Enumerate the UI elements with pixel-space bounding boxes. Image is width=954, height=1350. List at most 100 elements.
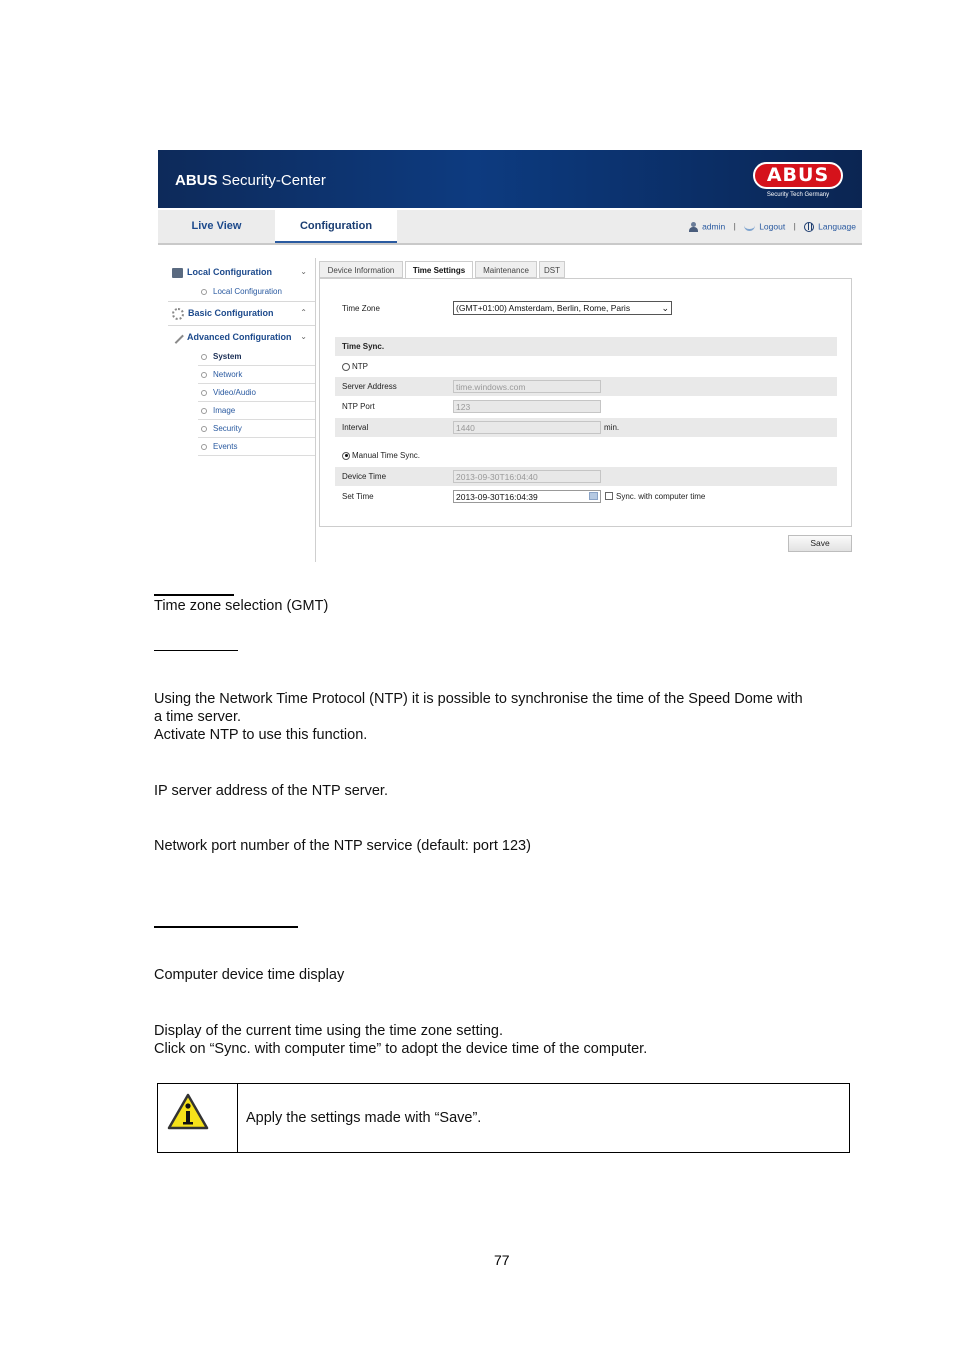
ntp-port-input[interactable]: 123 [453, 400, 601, 413]
device-time-display: 2013-09-30T16:04:40 [453, 470, 601, 483]
time-zone-select[interactable]: (GMT+01:00) Amsterdam, Berlin, Rome, Par… [453, 301, 672, 315]
item-label: Local Configuration [213, 287, 282, 296]
sidebar-group-basic[interactable]: Basic Configuration ⌃ [168, 302, 315, 324]
interval-row: Interval 1440 min. [335, 418, 837, 437]
user-bar: admin | Logout | Language [689, 210, 856, 243]
bullet-icon [201, 288, 207, 295]
app-title: ABUS Security-Center [175, 172, 326, 189]
manual-sync-radio[interactable] [342, 451, 350, 460]
note-icon-cell [158, 1084, 238, 1152]
tab-configuration[interactable]: Configuration [275, 210, 397, 243]
server-address-description: IP server address of the NTP server. [154, 783, 388, 799]
manual-sync-row: Manual Time Sync. [335, 446, 837, 465]
sidebar-item-system[interactable]: System [198, 348, 315, 366]
item-label: Video/Audio [213, 388, 256, 397]
ntp-port-description: Network port number of the NTP service (… [154, 838, 531, 854]
sidebar-item-image[interactable]: Image [198, 402, 315, 420]
sidebar-item-events[interactable]: Events [198, 438, 315, 456]
set-time-label: Set Time [342, 492, 374, 501]
ntp-description-1: Using the Network Time Protocol (NTP) it… [154, 691, 803, 707]
ntp-port-row: NTP Port 123 [335, 397, 837, 416]
header-banner: ABUS Security-Center ABUS Security Tech … [158, 150, 862, 208]
device-time-row: Device Time 2013-09-30T16:04:40 [335, 467, 837, 486]
tab-maintenance[interactable]: Maintenance [475, 261, 537, 278]
logout-link[interactable]: Logout [759, 221, 785, 231]
device-time-description: Computer device time display [154, 967, 345, 983]
logo-text: ABUS [753, 162, 843, 189]
time-zone-description: Time zone selection (GMT) [154, 598, 329, 614]
language-link[interactable]: Language [818, 221, 856, 231]
item-label: System [213, 352, 242, 361]
server-address-row: Server Address time.windows.com [335, 377, 837, 396]
device-time-label: Device Time [342, 472, 387, 481]
sidebar-group-local[interactable]: Local Configuration ⌄ [168, 261, 315, 283]
user-icon [689, 221, 699, 232]
monitor-icon [172, 267, 183, 278]
calendar-icon[interactable] [589, 492, 598, 500]
gear-icon [172, 307, 184, 320]
set-time-description-2: Click on “Sync. with computer time” to a… [154, 1041, 648, 1057]
sidebar-item-local-configuration[interactable]: Local Configuration [198, 283, 315, 300]
time-settings-panel: Time Zone (GMT+01:00) Amsterdam, Berlin,… [319, 278, 852, 527]
web-ui-screenshot: ABUS Security-Center ABUS Security Tech … [158, 150, 862, 562]
separator: | [793, 221, 796, 232]
chevron-down-icon[interactable]: ⌄ [300, 261, 307, 283]
item-label: Events [213, 442, 238, 451]
bullet-icon [201, 407, 207, 414]
group-label: Basic Configuration [188, 308, 274, 318]
heading-underline [154, 594, 234, 596]
logout-icon [744, 223, 756, 231]
time-sync-title: Time Sync. [342, 342, 385, 351]
logo-tagline: Security Tech Germany [766, 192, 830, 198]
abus-logo: ABUS Security Tech Germany [750, 162, 846, 200]
sidebar-group-advanced[interactable]: Advanced Configuration ⌄ [168, 326, 315, 348]
sidebar-item-network[interactable]: Network [198, 366, 315, 384]
ntp-radio[interactable] [342, 362, 350, 371]
time-zone-value: (GMT+01:00) Amsterdam, Berlin, Rome, Par… [456, 303, 631, 313]
set-time-row: Set Time 2013-09-30T16:04:39 Sync. with … [335, 487, 837, 506]
ntp-description-3: Activate NTP to use this function. [154, 727, 368, 743]
item-label: Image [213, 406, 236, 415]
note-box: Apply the settings made with “Save”. [157, 1083, 850, 1153]
sidebar-item-security[interactable]: Security [198, 420, 315, 438]
bullet-icon [201, 353, 207, 360]
heading-underline [154, 926, 298, 928]
page-number: 77 [494, 1252, 510, 1268]
wrench-icon [171, 331, 184, 344]
chevron-down-icon: ⌄ [661, 303, 669, 313]
ntp-row: NTP [335, 357, 837, 376]
ntp-port-label: NTP Port [342, 402, 375, 411]
item-label: Security [213, 424, 242, 433]
ntp-label: NTP [352, 362, 368, 371]
chevron-down-icon[interactable]: ⌄ [300, 326, 307, 348]
set-time-description-1: Display of the current time using the ti… [154, 1023, 503, 1039]
user-name[interactable]: admin [702, 221, 725, 231]
tab-live-view[interactable]: Live View [158, 210, 275, 243]
globe-icon [804, 221, 815, 232]
manual-sync-label: Manual Time Sync. [352, 451, 421, 460]
interval-input[interactable]: 1440 [453, 421, 601, 434]
sync-computer-checkbox[interactable] [605, 492, 613, 500]
interval-label: Interval [342, 423, 369, 432]
tab-dst[interactable]: DST [539, 261, 565, 278]
server-address-input[interactable]: time.windows.com [453, 380, 601, 393]
info-warning-icon [167, 1093, 209, 1130]
group-label: Local Configuration [187, 267, 272, 277]
note-text: Apply the settings made with “Save”. [246, 1110, 482, 1126]
sync-computer-label: Sync. with computer time [616, 492, 706, 501]
bullet-icon [201, 389, 207, 396]
tab-device-information[interactable]: Device Information [319, 261, 403, 278]
set-time-input[interactable]: 2013-09-30T16:04:39 [453, 490, 601, 503]
save-button[interactable]: Save [788, 535, 852, 552]
sidebar: Local Configuration ⌄ Local Configuratio… [168, 258, 316, 562]
chevron-up-icon[interactable]: ⌃ [300, 302, 307, 324]
time-zone-label: Time Zone [342, 304, 380, 313]
sidebar-item-video-audio[interactable]: Video/Audio [198, 384, 315, 402]
separator: | [733, 221, 736, 232]
brand-bold: ABUS [175, 172, 218, 189]
brand-rest: Security-Center [217, 172, 326, 189]
time-sync-header: Time Sync. [335, 337, 837, 356]
item-label: Network [213, 370, 243, 379]
tab-time-settings[interactable]: Time Settings [405, 261, 473, 279]
bullet-icon [201, 443, 207, 450]
